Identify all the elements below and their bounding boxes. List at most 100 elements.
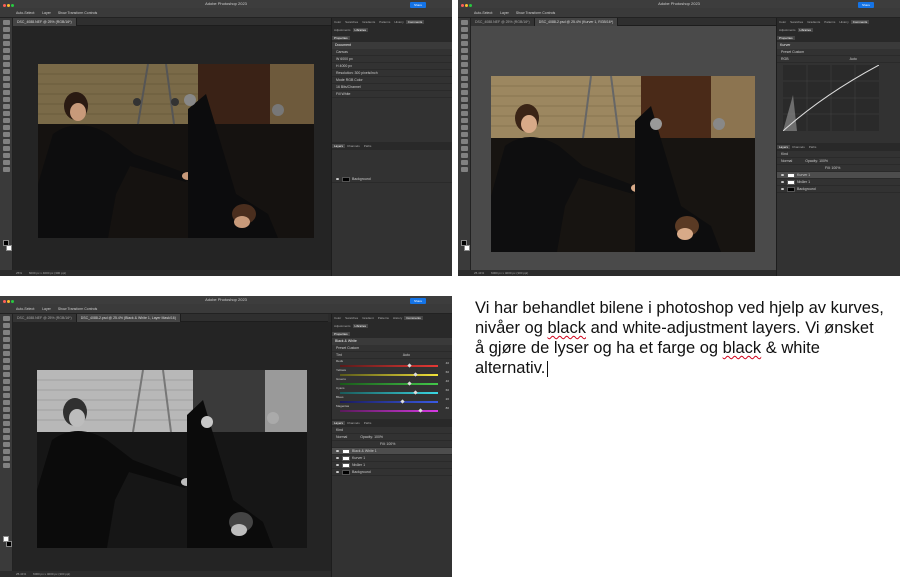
zoom-level[interactable]: 25%: [16, 271, 22, 275]
channel-field[interactable]: RGB Auto: [777, 56, 900, 63]
gradient-tool-icon[interactable]: [2, 400, 10, 405]
pen-tool-icon[interactable]: [2, 125, 10, 130]
marquee-tool-icon[interactable]: [460, 27, 468, 32]
slider-value[interactable]: 60: [446, 388, 449, 392]
tab-adjustments[interactable]: Adjustments: [332, 324, 353, 328]
slider-handle[interactable]: [400, 399, 405, 404]
kind-filter[interactable]: Kind: [777, 151, 900, 158]
layer-row[interactable]: Black & White 1: [332, 448, 452, 455]
select-tool-icon[interactable]: [460, 41, 468, 46]
auto-button[interactable]: Auto: [850, 57, 857, 61]
tab-properties[interactable]: Properties: [332, 332, 350, 336]
show-transform-checkbox[interactable]: Show Transform Controls: [58, 11, 98, 15]
lasso-tool-icon[interactable]: [460, 34, 468, 39]
width-field[interactable]: W 6000 px: [332, 56, 452, 63]
zoom-level[interactable]: 25.41%: [474, 271, 484, 275]
fill-select[interactable]: White: [341, 92, 350, 96]
heal-tool-icon[interactable]: [2, 365, 10, 370]
layer-row[interactable]: Nivåer 1: [332, 462, 452, 469]
tab-properties[interactable]: Properties: [777, 36, 795, 40]
frame-tool-icon[interactable]: [460, 55, 468, 60]
layer-row[interactable]: Nivåer 1: [777, 179, 900, 186]
select-tool-icon[interactable]: [2, 337, 10, 342]
lasso-tool-icon[interactable]: [2, 330, 10, 335]
type-tool-icon[interactable]: [460, 132, 468, 137]
layer-row[interactable]: Kurver 1: [332, 455, 452, 462]
layer-row[interactable]: Background: [777, 186, 900, 193]
more-tools-icon[interactable]: [2, 463, 10, 468]
eraser-tool-icon[interactable]: [460, 97, 468, 102]
path-select-icon[interactable]: [460, 139, 468, 144]
tab-channels[interactable]: Channels: [790, 145, 807, 149]
shape-tool-icon[interactable]: [2, 146, 10, 151]
dodge-tool-icon[interactable]: [2, 118, 10, 123]
width-value[interactable]: 6000 px: [340, 57, 352, 61]
background-color-swatch[interactable]: [6, 541, 12, 547]
tab-patterns[interactable]: Patterns: [376, 316, 391, 320]
move-tool-icon[interactable]: [460, 20, 468, 25]
brush-tool-icon[interactable]: [2, 76, 10, 81]
show-transform-checkbox[interactable]: Show Transform Controls: [516, 11, 556, 15]
slider-track[interactable]: [340, 374, 438, 376]
slider-track[interactable]: [340, 410, 438, 412]
hand-tool-icon[interactable]: [2, 153, 10, 158]
type-tool-icon[interactable]: [2, 428, 10, 433]
fill-row[interactable]: Fill: 100%: [777, 165, 900, 172]
eye-icon[interactable]: [781, 174, 784, 177]
hand-tool-icon[interactable]: [2, 449, 10, 454]
bits-field[interactable]: 16 Bits/Channel: [332, 84, 452, 91]
tab-swatches[interactable]: Swatches: [788, 20, 805, 24]
canvas-area[interactable]: [13, 26, 331, 270]
canvas-area[interactable]: [471, 26, 776, 270]
marquee-tool-icon[interactable]: [2, 323, 10, 328]
background-color-swatch[interactable]: [464, 245, 470, 251]
mode-field[interactable]: Mode RGB Color: [332, 77, 452, 84]
move-tool-icon[interactable]: [2, 20, 10, 25]
tab-adjustments[interactable]: Adjustments: [777, 28, 798, 32]
slider-yellows[interactable]: Yellows 60: [332, 368, 452, 377]
height-field[interactable]: H 4000 px: [332, 63, 452, 70]
tab-channels[interactable]: Channels: [345, 421, 362, 425]
opacity-field[interactable]: Opacity: 100%: [360, 435, 383, 439]
crop-tool-icon[interactable]: [2, 48, 10, 53]
tab-document-psd[interactable]: DSC_4088-2.psd @ 25.4% (Black & White 1,…: [76, 314, 181, 322]
brush-tool-icon[interactable]: [2, 372, 10, 377]
eraser-tool-icon[interactable]: [2, 393, 10, 398]
tab-adjustments[interactable]: Adjustments: [332, 28, 353, 32]
dodge-tool-icon[interactable]: [2, 414, 10, 419]
preset-field[interactable]: Preset Custom: [777, 49, 900, 56]
bits-select[interactable]: 16 Bits/Channel: [336, 85, 361, 89]
opacity-field[interactable]: Opacity: 100%: [805, 159, 828, 163]
tab-document-nef[interactable]: DSC_4088.NEF @ 25% (RGB/16*): [13, 314, 77, 322]
slider-track[interactable]: [340, 383, 438, 385]
zoom-level[interactable]: 25.41%: [16, 572, 26, 576]
move-tool-icon[interactable]: [2, 316, 10, 321]
tab-gradients[interactable]: Gradients: [805, 20, 822, 24]
slider-magentas[interactable]: Magentas 80: [332, 404, 452, 413]
tab-color[interactable]: Color: [332, 20, 343, 24]
tab-patterns[interactable]: Patterns: [377, 20, 392, 24]
slider-value[interactable]: 40: [446, 379, 449, 383]
tab-history[interactable]: History: [391, 316, 404, 320]
eye-icon[interactable]: [781, 188, 784, 191]
tab-paths[interactable]: Paths: [807, 145, 819, 149]
description-text[interactable]: Vi har behandlet bilene i photoshop ved …: [475, 298, 885, 378]
heal-tool-icon[interactable]: [2, 69, 10, 74]
lasso-tool-icon[interactable]: [2, 34, 10, 39]
shape-tool-icon[interactable]: [2, 442, 10, 447]
tab-color[interactable]: Color: [777, 20, 788, 24]
slider-track[interactable]: [340, 401, 438, 403]
fill-field[interactable]: Fill White: [332, 91, 452, 98]
slider-handle[interactable]: [412, 372, 418, 377]
zoom-tool-icon[interactable]: [2, 160, 10, 165]
more-tools-icon[interactable]: [2, 167, 10, 172]
hand-tool-icon[interactable]: [460, 153, 468, 158]
frame-tool-icon[interactable]: [2, 55, 10, 60]
tab-paths[interactable]: Paths: [362, 144, 374, 148]
tab-properties[interactable]: Properties: [332, 36, 350, 40]
preset-select[interactable]: Custom: [792, 50, 804, 54]
stamp-tool-icon[interactable]: [2, 379, 10, 384]
stamp-tool-icon[interactable]: [2, 83, 10, 88]
tab-document[interactable]: DSC_4088.NEF @ 25% (RGB/16*): [13, 18, 77, 26]
more-tools-icon[interactable]: [460, 167, 468, 172]
